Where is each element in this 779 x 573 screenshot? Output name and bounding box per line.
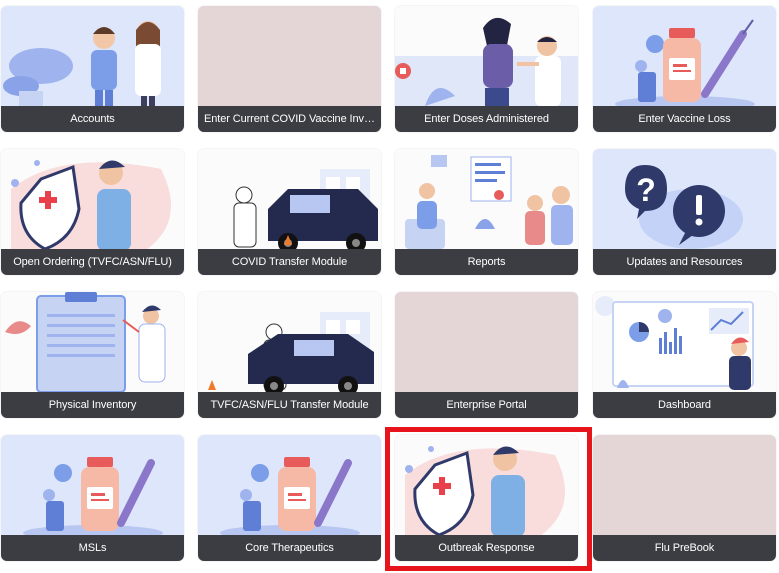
- tile-label: Accounts: [1, 106, 184, 132]
- tile-msls[interactable]: MSLs: [1, 435, 184, 561]
- svg-text:?: ?: [636, 172, 656, 208]
- tile-physical-inventory[interactable]: Physical Inventory: [1, 292, 184, 418]
- tile-core-therapeutics[interactable]: Core Therapeutics: [198, 435, 381, 561]
- tile-enterprise-portal[interactable]: Enterprise Portal: [395, 292, 578, 418]
- tile-label: Enter Vaccine Loss: [593, 106, 776, 132]
- tile-tvfc-asn-flu-transfer-module[interactable]: TVFC/ASN/FLU Transfer Module: [198, 292, 381, 418]
- tile-dashboard[interactable]: Dashboard: [593, 292, 776, 418]
- tile-label: Dashboard: [593, 392, 776, 418]
- tile-open-ordering[interactable]: Open Ordering (TVFC/ASN/FLU): [1, 149, 184, 275]
- tile-label: COVID Transfer Module: [198, 249, 381, 275]
- tile-label: Flu PreBook: [593, 535, 776, 561]
- tile-label: Physical Inventory: [1, 392, 184, 418]
- tile-label: Enter Doses Administered: [395, 106, 578, 132]
- tile-label: TVFC/ASN/FLU Transfer Module: [198, 392, 381, 418]
- tile-flu-prebook[interactable]: Flu PreBook: [593, 435, 776, 561]
- tile-label: Enterprise Portal: [395, 392, 578, 418]
- tile-updates-and-resources[interactable]: ? Updates and Resources: [593, 149, 776, 275]
- tile-enter-vaccine-loss[interactable]: Enter Vaccine Loss: [593, 6, 776, 132]
- tile-label: Core Therapeutics: [198, 535, 381, 561]
- tile-label: Enter Current COVID Vaccine Inven...: [198, 106, 381, 132]
- tile-covid-transfer-module[interactable]: COVID Transfer Module: [198, 149, 381, 275]
- tile-accounts[interactable]: Accounts: [1, 6, 184, 132]
- tile-enter-doses-administered[interactable]: Enter Doses Administered: [395, 6, 578, 132]
- tile-label: Outbreak Response: [395, 535, 578, 561]
- tile-enter-current-covid-vaccine-inventory[interactable]: Enter Current COVID Vaccine Inven...: [198, 6, 381, 132]
- tile-label: Reports: [395, 249, 578, 275]
- tile-reports[interactable]: Reports: [395, 149, 578, 275]
- tile-label: Updates and Resources: [593, 249, 776, 275]
- tile-label: Open Ordering (TVFC/ASN/FLU): [1, 249, 184, 275]
- tile-outbreak-response[interactable]: Outbreak Response: [395, 435, 578, 561]
- tile-label: MSLs: [1, 535, 184, 561]
